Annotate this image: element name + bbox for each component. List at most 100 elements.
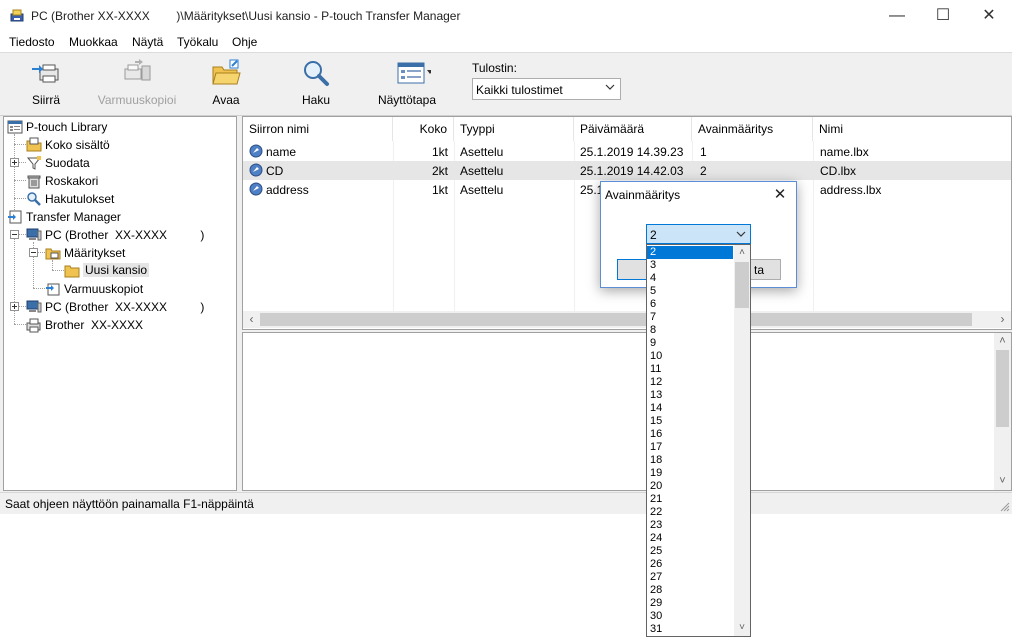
dropdown-option[interactable]: 12: [647, 376, 733, 389]
tree-item-backups[interactable]: Varmuuskopiot: [45, 280, 143, 298]
dropdown-option[interactable]: 26: [647, 558, 733, 571]
cell-key: 2: [700, 164, 707, 178]
cell-key: 1: [700, 145, 707, 159]
dropdown-option[interactable]: 18: [647, 454, 733, 467]
dropdown-option[interactable]: 9: [647, 337, 733, 350]
dropdown-option[interactable]: 8: [647, 324, 733, 337]
scroll-up-icon[interactable]: ˄: [734, 245, 750, 261]
tree-item-pc2[interactable]: PC (Brother XX-XXXX ): [26, 298, 204, 316]
table-row[interactable]: CD 2kt Asettelu 25.1.2019 14.42.03 2 CD.…: [243, 161, 1011, 180]
menu-help[interactable]: Ohje: [232, 35, 257, 49]
dropdown-option[interactable]: 16: [647, 428, 733, 441]
key-select[interactable]: 2: [646, 224, 751, 244]
scroll-right-icon[interactable]: ›: [994, 311, 1011, 328]
dropdown-option[interactable]: 23: [647, 519, 733, 532]
transfer-icon: [32, 64, 59, 83]
preview-vertical-scrollbar[interactable]: ˄ ˅: [994, 333, 1011, 490]
backup-button[interactable]: Varmuuskopioi: [96, 57, 178, 113]
computer-icon: [26, 228, 42, 241]
close-button[interactable]: ✕: [966, 0, 1012, 32]
dialog-close-button[interactable]: ✕: [770, 185, 790, 205]
dropdown-option[interactable]: 6: [647, 298, 733, 311]
tree-item-label: Roskakori: [45, 174, 99, 188]
scrollbar-thumb[interactable]: [260, 313, 972, 326]
dropdown-option[interactable]: 17: [647, 441, 733, 454]
folder-icon: [64, 265, 80, 278]
column-header-name[interactable]: Siirron nimi: [243, 117, 393, 141]
cell-date: 25.1.2019 14.39.23: [580, 145, 684, 159]
tree-item-label: Koko sisältö: [45, 138, 110, 152]
scroll-down-icon[interactable]: ˅: [994, 473, 1011, 490]
transfer-button[interactable]: Siirrä: [14, 57, 78, 113]
dropdown-option[interactable]: 20: [647, 480, 733, 493]
view-style-button[interactable]: Näyttötapa: [374, 57, 440, 113]
dropdown-scrollbar[interactable]: ˄ ˅: [734, 245, 750, 636]
open-folder-icon: [212, 59, 241, 85]
scroll-up-icon[interactable]: ˄: [994, 333, 1011, 350]
tree-item-label: Varmuuskopiot: [64, 282, 144, 296]
pc2-expander[interactable]: [10, 302, 19, 311]
resize-grip-icon[interactable]: [1000, 502, 1010, 512]
tree-item-pc1[interactable]: PC (Brother XX-XXXX ): [26, 226, 204, 244]
dropdown-option[interactable]: 25: [647, 545, 733, 558]
column-header-key[interactable]: Avainmääritys: [692, 117, 813, 141]
scrollbar-thumb[interactable]: [996, 350, 1009, 427]
search-button[interactable]: Haku: [296, 57, 336, 113]
cell-date: 25.1.2019 14.42.03: [580, 164, 684, 178]
menu-tools[interactable]: Työkalu: [177, 35, 218, 49]
tree-item-all-contents[interactable]: Koko sisältö: [26, 136, 110, 154]
menu-file[interactable]: Tiedosto: [9, 35, 55, 49]
table-row[interactable]: name 1kt Asettelu 25.1.2019 14.39.23 1 n…: [243, 142, 1011, 161]
printer-select[interactable]: Kaikki tulostimet: [472, 78, 621, 100]
dropdown-option[interactable]: 15: [647, 415, 733, 428]
maximize-button[interactable]: ☐: [920, 0, 966, 32]
dropdown-option[interactable]: 4: [647, 272, 733, 285]
tree-item-transfer-manager[interactable]: Transfer Manager: [7, 208, 121, 226]
tree-item-settings[interactable]: Määritykset: [45, 244, 125, 262]
dropdown-option[interactable]: 30: [647, 610, 733, 623]
status-text: Saat ohjeen näyttöön painamalla F1-näppä…: [5, 497, 254, 511]
dropdown-option[interactable]: 31: [647, 623, 733, 636]
dropdown-option[interactable]: 5: [647, 285, 733, 298]
list-horizontal-scrollbar[interactable]: ‹ ›: [243, 311, 1011, 328]
column-header-file[interactable]: Nimi: [813, 117, 1011, 141]
tree-item-search-results[interactable]: Hakutulokset: [26, 190, 114, 208]
tree-item-filter[interactable]: Suodata: [26, 154, 90, 172]
open-button[interactable]: Avaa: [206, 57, 246, 113]
open-label: Avaa: [212, 93, 240, 107]
dropdown-option[interactable]: 2: [647, 246, 733, 259]
scroll-left-icon[interactable]: ‹: [243, 311, 260, 328]
tree-item-trash[interactable]: Roskakori: [26, 172, 98, 190]
menu-view[interactable]: Näytä: [132, 35, 163, 49]
key-select-value: 2: [650, 228, 657, 242]
layout-file-icon: [249, 182, 263, 196]
cell-type: Asettelu: [460, 183, 504, 197]
dropdown-option[interactable]: 14: [647, 402, 733, 415]
dropdown-option[interactable]: 11: [647, 363, 733, 376]
scroll-down-icon[interactable]: ˅: [734, 620, 750, 636]
folder-tree: P-touch Library Koko sisältö Suodata Ros…: [3, 116, 237, 491]
cell-name: name: [266, 145, 297, 159]
tree-item-library[interactable]: P-touch Library: [7, 118, 107, 136]
dropdown-option[interactable]: 3: [647, 259, 733, 272]
dropdown-option[interactable]: 27: [647, 571, 733, 584]
column-header-size[interactable]: Koko: [393, 117, 454, 141]
scrollbar-thumb[interactable]: [735, 262, 749, 308]
dropdown-option[interactable]: 22: [647, 506, 733, 519]
tree-item-label: PC (Brother XX-XXXX ): [45, 228, 205, 242]
tree-item-brother[interactable]: Brother XX-XXXX: [26, 316, 143, 334]
column-header-type[interactable]: Tyyppi: [454, 117, 574, 141]
printer-icon: [26, 318, 41, 333]
dropdown-option[interactable]: 10: [647, 350, 733, 363]
minimize-button[interactable]: —: [874, 0, 920, 32]
dropdown-option[interactable]: 7: [647, 311, 733, 324]
dropdown-option[interactable]: 19: [647, 467, 733, 480]
dropdown-option[interactable]: 28: [647, 584, 733, 597]
tree-item-new-folder[interactable]: Uusi kansio: [64, 262, 150, 280]
dropdown-option[interactable]: 29: [647, 597, 733, 610]
dropdown-option[interactable]: 21: [647, 493, 733, 506]
dropdown-option[interactable]: 24: [647, 532, 733, 545]
dropdown-option[interactable]: 13: [647, 389, 733, 402]
column-header-date[interactable]: Päivämäärä: [574, 117, 692, 141]
menu-edit[interactable]: Muokkaa: [69, 35, 118, 49]
